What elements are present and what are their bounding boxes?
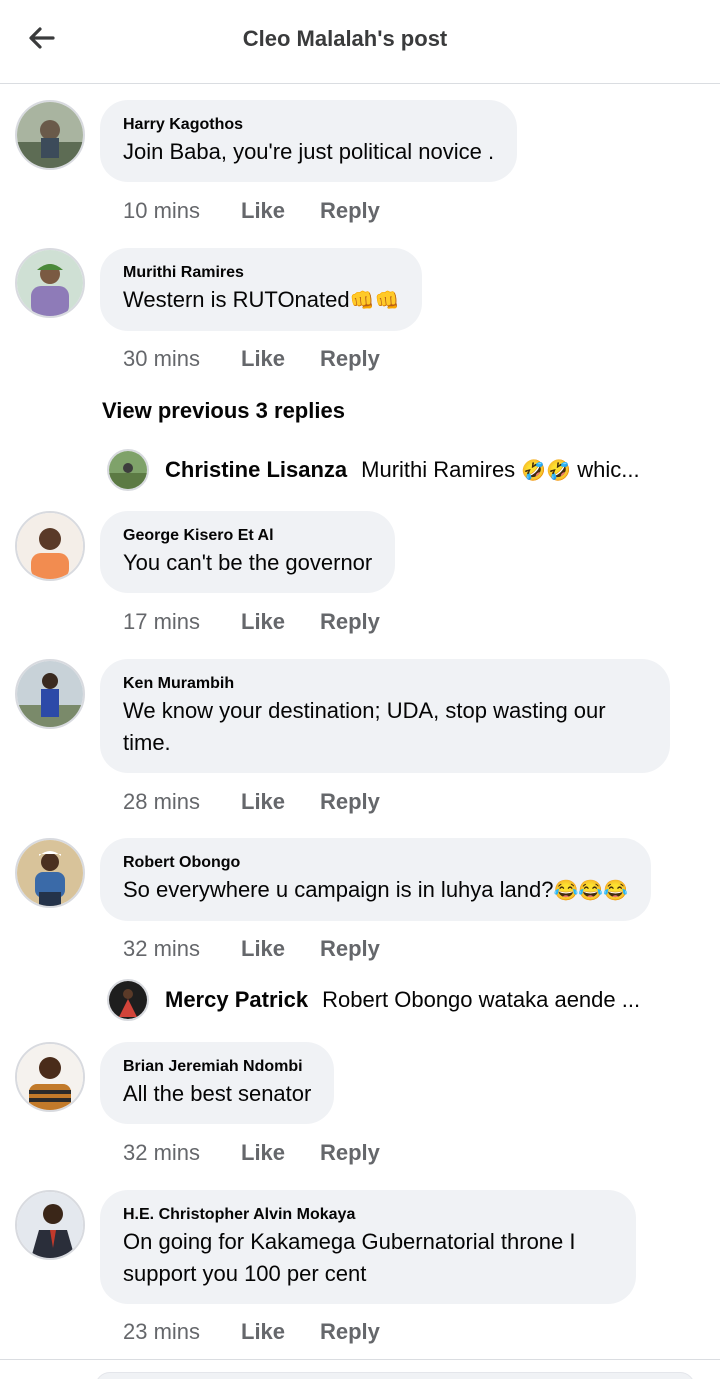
comment-text: All the best senator: [123, 1081, 312, 1106]
comment-author[interactable]: Ken Murambih: [123, 674, 647, 694]
comment-author[interactable]: Brian Jeremiah Ndombi: [123, 1057, 311, 1077]
reply-button[interactable]: Reply: [320, 1140, 380, 1166]
avatar[interactable]: [15, 838, 85, 908]
comment-actions: 32 mins Like Reply: [123, 934, 380, 964]
reply-preview[interactable]: Christine Lisanza Murithi Ramires 🤣🤣 whi…: [107, 449, 687, 491]
comment-text: On going for Kakamega Gubernatorial thro…: [123, 1229, 576, 1286]
like-button[interactable]: Like: [241, 1140, 320, 1166]
comment-time: 32 mins: [123, 936, 201, 961]
view-previous-replies-link[interactable]: View previous 3 replies: [102, 398, 345, 424]
comment-actions: 23 mins Like Reply: [123, 1317, 380, 1347]
comment-time: 30 mins: [123, 346, 201, 371]
comment-author[interactable]: George Kisero Et Al: [123, 526, 372, 546]
page-title: Cleo Malalah's post: [242, 26, 448, 51]
comment-actions: 17 mins Like Reply: [123, 607, 380, 637]
reply-button[interactable]: Reply: [320, 346, 380, 372]
comment-bubble: Ken Murambih We know your destination; U…: [100, 659, 670, 773]
avatar[interactable]: [15, 1190, 85, 1260]
comment-composer-input[interactable]: [95, 1372, 695, 1379]
comment-text: We know your destination; UDA, stop wast…: [123, 698, 606, 755]
avatar[interactable]: [15, 511, 85, 581]
like-button[interactable]: Like: [241, 198, 320, 224]
comment-actions: 28 mins Like Reply: [123, 787, 380, 817]
reply-button[interactable]: Reply: [320, 936, 380, 962]
comment-time: 17 mins: [123, 609, 201, 634]
comment-bubble: H.E. Christopher Alvin Mokaya On going f…: [100, 1190, 636, 1304]
avatar[interactable]: [15, 1042, 85, 1112]
laughing-emoji: 🤣🤣: [521, 460, 572, 482]
comment-time: 28 mins: [123, 789, 201, 814]
comment-author[interactable]: Robert Obongo: [123, 853, 628, 873]
comment-bubble: Harry Kagothos Join Baba, you're just po…: [100, 100, 518, 182]
top-bar: Cleo Malalah's post: [0, 0, 720, 84]
avatar[interactable]: [15, 100, 85, 170]
fist-emoji: 👊👊: [349, 290, 400, 312]
avatar: [107, 449, 149, 491]
comment-actions: 10 mins Like Reply: [123, 196, 380, 226]
comment-time: 10 mins: [123, 198, 201, 223]
reply-button[interactable]: Reply: [320, 1319, 380, 1345]
comment-actions: 30 mins Like Reply: [123, 344, 380, 374]
like-button[interactable]: Like: [241, 936, 320, 962]
reply-author[interactable]: Christine Lisanza: [165, 457, 347, 483]
comment-bubble: George Kisero Et Al You can't be the gov…: [100, 511, 396, 593]
like-button[interactable]: Like: [241, 1319, 320, 1345]
reply-text: Murithi Ramires 🤣🤣 whic...: [361, 457, 640, 482]
comment-actions: 32 mins Like Reply: [123, 1138, 380, 1168]
avatar[interactable]: [15, 659, 85, 729]
comment-time: 23 mins: [123, 1319, 201, 1344]
comment-bubble: Murithi Ramires Western is RUTOnated👊👊: [100, 248, 423, 331]
comment-bubble: Brian Jeremiah Ndombi All the best senat…: [100, 1042, 335, 1124]
comment-text: Western is RUTOnated👊👊: [123, 287, 400, 312]
laughing-emoji: 😂😂😂: [553, 880, 629, 902]
composer-divider: [0, 1359, 720, 1360]
like-button[interactable]: Like: [241, 609, 320, 635]
comment-author[interactable]: Murithi Ramires: [123, 263, 399, 283]
comment-bubble: Robert Obongo So everywhere u campaign i…: [100, 838, 652, 921]
reply-button[interactable]: Reply: [320, 609, 380, 635]
like-button[interactable]: Like: [241, 346, 320, 372]
avatar: [107, 979, 149, 1021]
reply-button[interactable]: Reply: [320, 789, 380, 815]
comment-text: You can't be the governor: [123, 550, 373, 575]
like-button[interactable]: Like: [241, 789, 320, 815]
comment-text: Join Baba, you're just political novice …: [123, 139, 495, 164]
comment-author[interactable]: Harry Kagothos: [123, 115, 494, 135]
comment-time: 32 mins: [123, 1140, 201, 1165]
comment-author[interactable]: H.E. Christopher Alvin Mokaya: [123, 1205, 613, 1225]
avatar[interactable]: [15, 248, 85, 318]
reply-author[interactable]: Mercy Patrick: [165, 987, 308, 1013]
reply-text: Robert Obongo wataka aende ...: [322, 987, 641, 1012]
comment-text: So everywhere u campaign is in luhya lan…: [123, 877, 629, 902]
reply-button[interactable]: Reply: [320, 198, 380, 224]
reply-preview[interactable]: Mercy Patrick Robert Obongo wataka aende…: [107, 979, 687, 1021]
